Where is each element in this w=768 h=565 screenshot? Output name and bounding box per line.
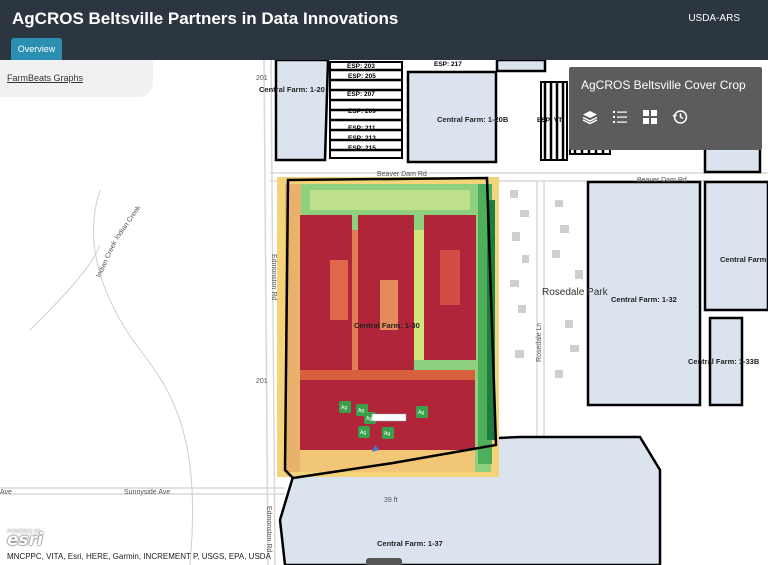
esp-label: ESP: 217 (434, 61, 462, 68)
esp-label: ESP: 207 (347, 91, 375, 98)
legend-icon[interactable] (611, 108, 629, 126)
esp-label: ESP: 205 (348, 73, 376, 80)
parcel-label-1-30: Central Farm: 1-30 (354, 321, 420, 330)
parcel-label-1-32: Central Farm: 1-32 (611, 295, 677, 304)
parcel-1-20[interactable] (274, 60, 330, 162)
route-label-south: 201 (256, 378, 268, 385)
parcel-label-1-37: Central Farm: 1-37 (377, 539, 443, 548)
sensor-label: Ag (384, 431, 390, 437)
esp-label: ESP: 203 (347, 63, 375, 70)
road-label-ave: Ave (0, 489, 12, 496)
esp-label: ESP: 215 (348, 145, 376, 152)
road-label-rosedale: Rosedale Ln (536, 323, 543, 362)
esp-label: ESP: 211 (348, 125, 376, 132)
esp-label: ESP: VT (537, 117, 562, 124)
sensor-popup[interactable] (371, 413, 407, 422)
elevation-label: 39 ft (384, 497, 398, 504)
esp-label: ESP: 209 (348, 108, 376, 115)
sensor-label: Ag (418, 410, 424, 416)
layers-icon[interactable] (581, 108, 599, 126)
map-attribution: MNCPPC, VITA, Esri, HERE, Garmin, INCREM… (7, 552, 271, 561)
esri-logo[interactable]: esri (7, 530, 43, 550)
sensor-label: Ag (360, 430, 366, 436)
graphs-link-panel: FarmBeats Graphs (0, 60, 153, 97)
creek-label-north: Indian Creek (114, 204, 143, 241)
basemap-gallery-icon[interactable] (641, 108, 659, 126)
road-label-beaver-dam: Beaver Dam Rd (377, 171, 427, 178)
parcel-label-1-20: Central Farm: 1-20 (259, 85, 325, 94)
history-icon[interactable] (671, 108, 689, 126)
app-header: AgCROS Beltsville Partners in Data Innov… (0, 0, 768, 60)
widget-panel: AgCROS Beltsville Cover Crop (569, 67, 762, 150)
route-label: 201 (256, 75, 268, 82)
parcel-label-1-20b: Central Farm: 1-20B (437, 115, 509, 124)
road-label-edmonston-south: Edmonston Rd (265, 506, 272, 552)
sensor-label: Ag (358, 408, 364, 414)
widget-title: AgCROS Beltsville Cover Crop (581, 78, 746, 92)
farmbeats-graphs-link[interactable]: FarmBeats Graphs (7, 73, 83, 83)
place-label-rosedale-park: Rosedale Park (542, 287, 609, 298)
parcel-label-1-33b: Central Farm: 1-33B (688, 357, 760, 366)
road-label-beaver-dam-east: Beaver Dam Rd (637, 177, 687, 184)
road-label-edmonston: Edmonston Rd (270, 254, 277, 300)
road-label-sunnyside: Sunnyside Ave (124, 489, 170, 496)
tab-overview[interactable]: Overview (11, 38, 62, 60)
parcel-label-central-farm: Central Farm (720, 255, 767, 264)
sensor-label: Ag (341, 405, 347, 411)
edmonston-road-line (263, 60, 269, 565)
creek-label: Indian Creek (95, 239, 118, 278)
org-label: USDA-ARS (688, 13, 740, 24)
esp-label: ESP: 213 (348, 135, 376, 142)
sensor-label: Ag (366, 416, 372, 422)
expand-panel-toggle[interactable] (366, 558, 402, 565)
app-title: AgCROS Beltsville Partners in Data Innov… (12, 9, 399, 28)
